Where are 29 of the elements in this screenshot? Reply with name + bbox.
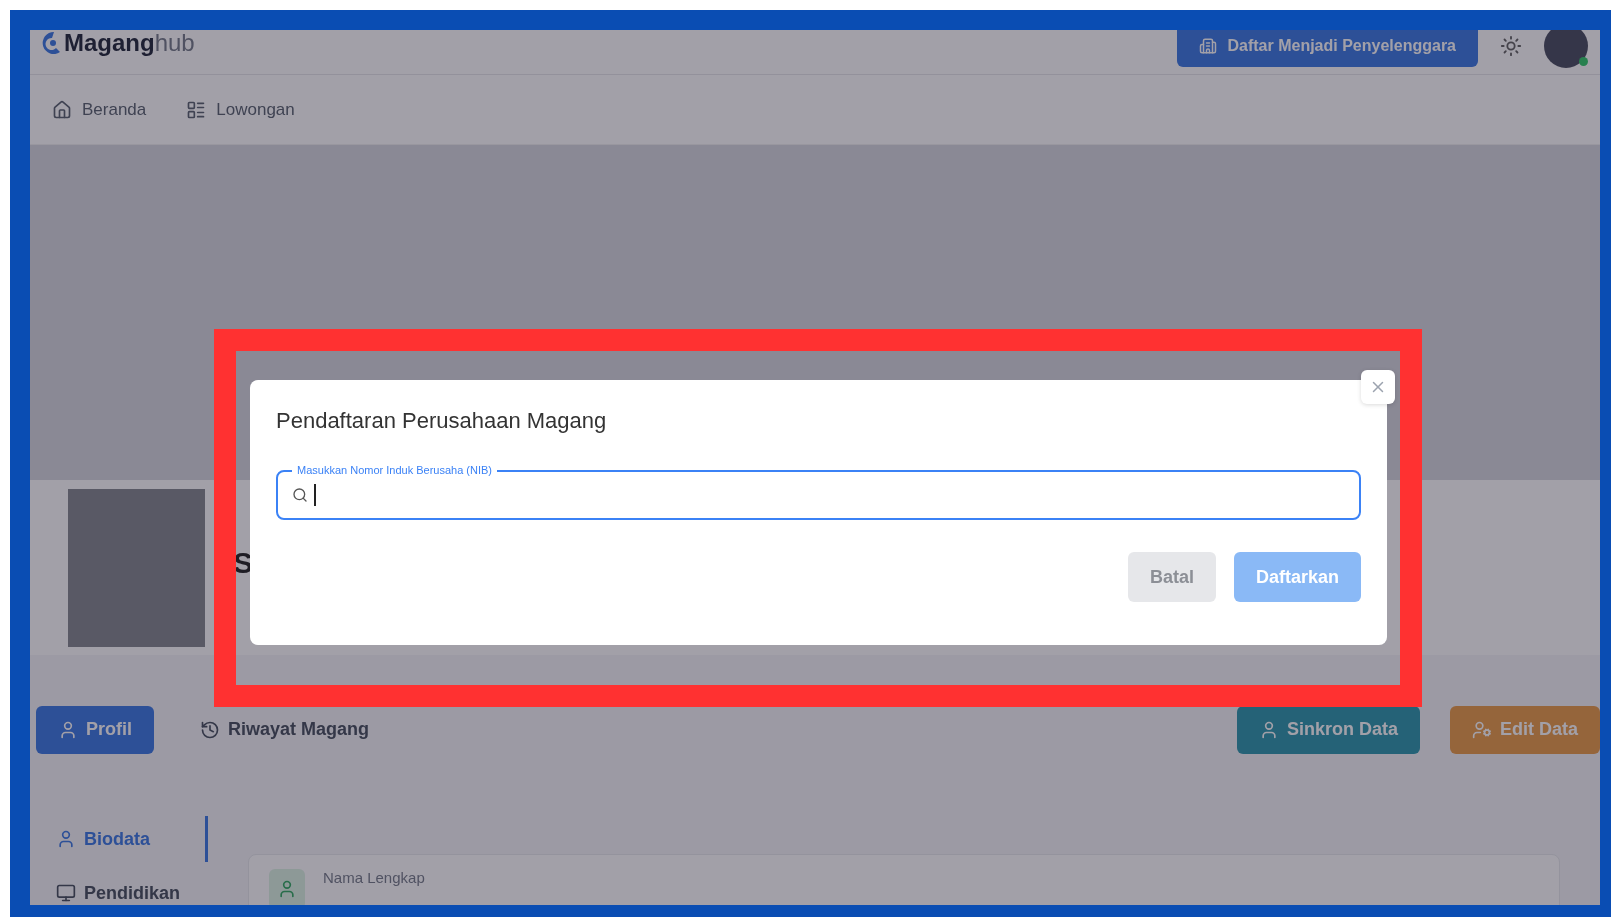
close-button[interactable]	[1361, 370, 1395, 404]
profile-tab[interactable]: Profil	[36, 705, 154, 754]
sidebar-item[interactable]: Pendidikan	[36, 870, 208, 905]
cancel-button[interactable]: Batal	[1127, 552, 1216, 602]
register-organizer-button[interactable]: Daftar Menjadi Penyelenggara	[1177, 30, 1478, 67]
logo-text: Maganghub	[64, 30, 195, 57]
avatar[interactable]	[1544, 30, 1588, 68]
home-icon	[52, 99, 72, 120]
nav-link[interactable]: Beranda	[52, 99, 147, 120]
dialog-title: Pendaftaran Perusahaan Magang	[276, 408, 608, 434]
user-edit-icon	[1472, 719, 1492, 740]
online-status-dot	[1579, 57, 1588, 66]
list-icon	[186, 99, 207, 120]
person-icon	[56, 829, 76, 849]
sync-data-button[interactable]: Sinkron Data	[1236, 705, 1420, 754]
search-icon	[292, 487, 308, 503]
person-icon	[58, 719, 78, 740]
history-icon	[200, 719, 220, 740]
submit-button[interactable]: Daftarkan	[1233, 552, 1361, 602]
theme-toggle-icon[interactable]	[1500, 35, 1522, 57]
field-label: Nama Lengkap	[323, 869, 425, 886]
sidebar-item[interactable]: Biodata	[36, 816, 208, 862]
profile-tab[interactable]: Riwayat Magang	[178, 705, 392, 754]
nav-link[interactable]: Lowongan	[186, 99, 295, 120]
text-cursor	[314, 484, 316, 506]
edit-data-button[interactable]: Edit Data	[1450, 705, 1600, 754]
building-icon	[1199, 37, 1218, 55]
logo-icon	[40, 30, 62, 56]
monitor-icon	[56, 883, 76, 903]
